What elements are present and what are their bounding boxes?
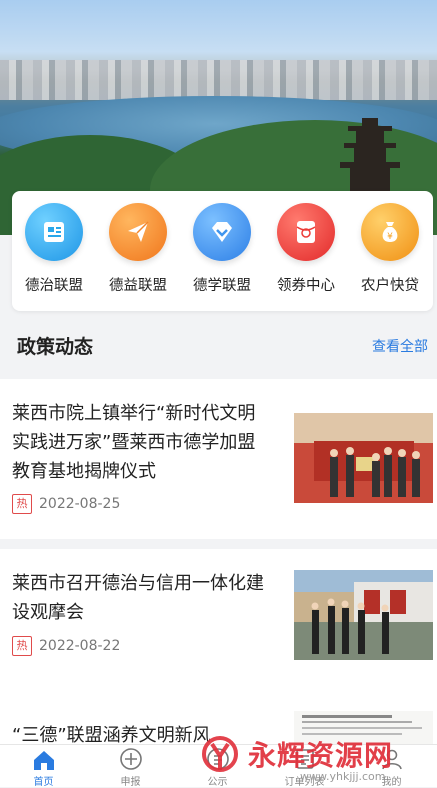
hot-badge: 热: [12, 494, 32, 514]
news-date: 2022-08-25: [39, 496, 121, 512]
quick-link-dexue[interactable]: 德学联盟: [180, 203, 264, 295]
quick-link-deyi[interactable]: 德益联盟: [96, 203, 180, 295]
city-skyline: [0, 60, 437, 100]
policy-news-header: 政策动态 查看全部: [0, 318, 437, 376]
news-item[interactable]: 莱西市召开德治与信用一体化建设观摩会 热 2022-08-22: [0, 549, 437, 709]
watermark: 永辉资源网 www.yhkjjj.com: [200, 730, 437, 786]
quick-link-dezhi[interactable]: 德治联盟: [12, 203, 96, 295]
quick-link-label: 德治联盟: [25, 278, 83, 294]
pagoda: [340, 118, 400, 193]
paper-plane-icon: [109, 203, 167, 261]
tab-home[interactable]: 首页: [0, 745, 87, 788]
news-title: 莱西市召开德治与信用一体化建设观摩会: [12, 573, 264, 623]
quick-link-label: 德学联盟: [193, 278, 251, 294]
hot-badge: 热: [12, 636, 32, 656]
diamond-icon: [193, 203, 251, 261]
watermark-url: www.yhkjjj.com: [300, 770, 386, 783]
red-envelope-icon: [277, 203, 335, 261]
news-title: 莱西市院上镇举行“新时代文明实践进万家”暨莱西市德学加盟教育基地揭牌仪式: [12, 403, 256, 482]
view-all-link[interactable]: 查看全部: [372, 336, 428, 356]
money-bag-icon: ¥: [361, 203, 419, 261]
quick-links-card: 德治联盟 德益联盟 德学联盟 领券中心 ¥ 农户快贷: [12, 191, 433, 311]
plus-circle-icon: [87, 745, 174, 771]
quick-link-loan[interactable]: ¥ 农户快贷: [348, 203, 432, 295]
section-title: 政策动态: [17, 336, 94, 358]
quick-link-label: 德益联盟: [109, 278, 167, 294]
tab-apply[interactable]: 申报: [87, 745, 174, 788]
svg-text:¥: ¥: [387, 232, 393, 242]
quick-link-coupons[interactable]: 领券中心: [264, 203, 348, 295]
quick-link-label: 领券中心: [277, 278, 335, 294]
home-icon: [0, 745, 87, 771]
quick-link-label: 农户快贷: [361, 278, 419, 294]
watermark-logo-text: 永辉资源网: [248, 739, 394, 772]
news-thumbnail: [294, 570, 433, 660]
news-item[interactable]: 莱西市院上镇举行“新时代文明实践进万家”暨莱西市德学加盟教育基地揭牌仪式 热 2…: [0, 379, 437, 539]
news-thumbnail: [294, 413, 433, 503]
news-date: 2022-08-22: [39, 638, 121, 654]
document-icon: [25, 203, 83, 261]
